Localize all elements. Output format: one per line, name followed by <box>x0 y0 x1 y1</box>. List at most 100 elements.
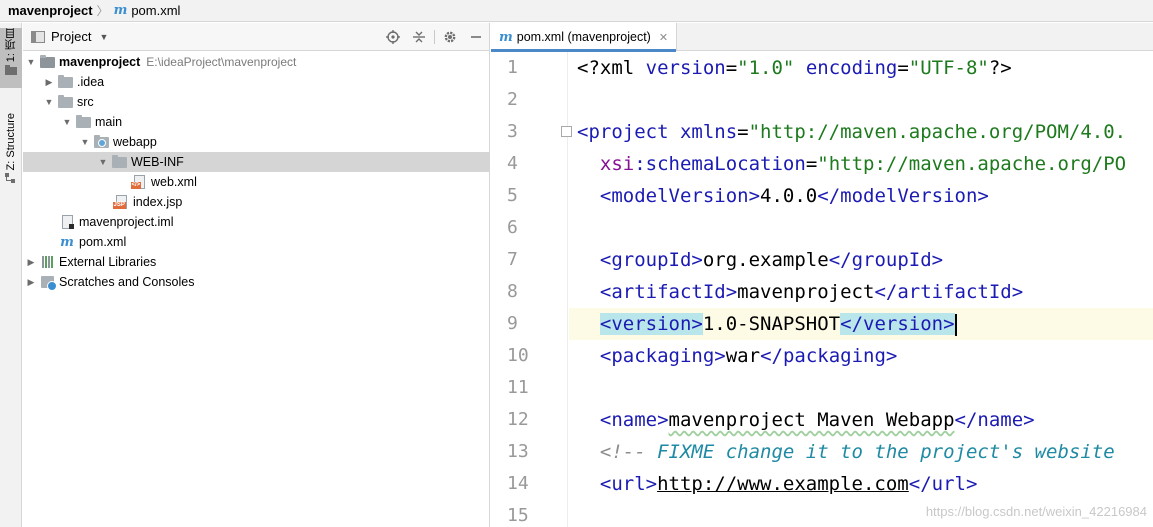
code-line-12: <name>mavenproject Maven Webapp</name> <box>599 409 1035 431</box>
folder-icon <box>57 94 73 109</box>
collapsed-arrow-icon[interactable]: ▶ <box>25 257 37 268</box>
tree-item-label: main <box>95 115 123 129</box>
expanded-arrow-icon[interactable]: ▼ <box>43 97 55 107</box>
project-panel-toolbar <box>380 23 489 51</box>
line-number: 8 <box>507 281 518 302</box>
project-path: E:\ideaProject\mavenproject <box>146 55 297 69</box>
folder-icon <box>75 114 91 129</box>
code-line-5: <modelVersion>4.0.0</modelVersion> <box>599 185 989 207</box>
folder-icon <box>57 74 73 89</box>
project-tree: ▼ mavenproject E:\ideaProject\mavenproje… <box>23 52 490 292</box>
collapsed-arrow-icon[interactable]: ▶ <box>43 77 55 88</box>
project-panel-header: Project ▼ <box>23 23 489 51</box>
project-view-selector[interactable]: Project <box>51 29 91 44</box>
code-line-13: <!-- FIXME change it to the project's we… <box>599 441 1115 463</box>
breadcrumb-project[interactable]: mavenproject <box>8 3 93 18</box>
web-folder-icon <box>93 134 109 149</box>
code-line-1: <?xml version="1.0" encoding="UTF-8"?> <box>577 57 1012 79</box>
tree-item-label: index.jsp <box>133 195 183 209</box>
maven-file-icon: m <box>113 3 128 18</box>
project-view-icon <box>31 30 45 43</box>
code-lines: <?xml version="1.0" encoding="UTF-8"?> <… <box>569 52 1153 527</box>
collapse-all-icon[interactable] <box>406 23 432 51</box>
text-cursor <box>954 313 957 336</box>
project-tool-button[interactable]: 1: 项目 <box>0 28 22 88</box>
tree-item-label: .idea <box>77 75 105 89</box>
line-number: 9 <box>507 313 518 334</box>
editor-tab-bar: m pom.xml (mavenproject) ✕ <box>491 23 1153 52</box>
tree-item-main[interactable]: ▼ main <box>23 112 490 132</box>
library-icon <box>39 255 55 269</box>
tab-pom-xml[interactable]: m pom.xml (mavenproject) ✕ <box>491 23 678 52</box>
maven-file-icon: m <box>499 29 513 45</box>
project-tool-label: 1: 项目 <box>5 28 17 63</box>
code-area[interactable]: 1 2 3 4 5 6 7 8 9 10 11 12 13 14 15 <?xm… <box>491 52 1153 527</box>
line-number: 10 <box>507 345 529 366</box>
close-icon[interactable]: ✕ <box>659 31 668 44</box>
breadcrumb-file[interactable]: pom.xml <box>131 3 180 18</box>
line-number: 7 <box>507 249 518 270</box>
breadcrumb-separator: 〉 <box>96 4 109 18</box>
xml-file-icon: </> <box>130 175 147 189</box>
tree-item-webapp[interactable]: ▼ webapp <box>23 132 490 152</box>
line-number: 11 <box>507 377 529 398</box>
line-number: 2 <box>507 89 518 110</box>
tree-item-pom-xml[interactable]: m pom.xml <box>23 232 490 252</box>
tree-item-label: WEB-INF <box>131 155 184 169</box>
structure-tool-label: Z: Structure <box>5 113 17 171</box>
tree-item-label: mavenproject <box>59 55 141 69</box>
tree-item-label: pom.xml <box>79 235 127 249</box>
line-number: 14 <box>507 473 529 494</box>
tree-item-src[interactable]: ▼ src <box>23 92 490 112</box>
expanded-arrow-icon[interactable]: ▼ <box>79 137 91 147</box>
project-folder-icon <box>39 54 55 69</box>
structure-icon <box>5 173 15 184</box>
maven-file-icon: m <box>60 234 74 250</box>
tree-item-mavenproject[interactable]: ▼ mavenproject E:\ideaProject\mavenproje… <box>23 52 490 72</box>
line-number: 12 <box>507 409 529 430</box>
tree-item-external-libraries[interactable]: ▶ External Libraries <box>23 252 490 272</box>
tree-item-idea[interactable]: ▶ .idea <box>23 72 490 92</box>
watermark: https://blog.csdn.net/weixin_42216984 <box>925 504 1147 519</box>
chevron-down-icon[interactable]: ▼ <box>99 32 108 42</box>
line-number: 6 <box>507 217 518 238</box>
line-number: 13 <box>507 441 529 462</box>
url-link[interactable]: http://www.example.com <box>657 473 909 495</box>
expanded-arrow-icon[interactable]: ▼ <box>25 57 37 67</box>
jsp-file-icon: JSP <box>112 195 129 209</box>
hide-panel-icon[interactable] <box>463 23 489 51</box>
code-line-4: xsi:schemaLocation="http://maven.apache.… <box>599 153 1127 175</box>
expanded-arrow-icon[interactable]: ▼ <box>61 117 73 127</box>
tree-item-label: mavenproject.iml <box>79 215 174 229</box>
tree-item-label: Scratches and Consoles <box>59 275 195 289</box>
code-line-7: <groupId>org.example</groupId> <box>599 249 944 271</box>
line-number: 15 <box>507 505 529 526</box>
line-number: 3 <box>507 121 518 142</box>
code-line-8: <artifactId>mavenproject</artifactId> <box>599 281 1024 303</box>
navigation-bar: mavenproject 〉 m pom.xml <box>0 0 1153 22</box>
line-number: 4 <box>507 153 518 174</box>
tree-item-web-inf[interactable]: ▼ WEB-INF <box>23 152 490 172</box>
collapsed-arrow-icon[interactable]: ▶ <box>25 277 37 288</box>
expanded-arrow-icon[interactable]: ▼ <box>97 157 109 167</box>
tree-item-web-xml[interactable]: </> web.xml <box>23 172 490 192</box>
tree-item-label: webapp <box>113 135 157 149</box>
locate-icon[interactable] <box>380 23 406 51</box>
tree-item-scratches[interactable]: ▶ Scratches and Consoles <box>23 272 490 292</box>
scratches-icon <box>39 275 57 291</box>
editor: m pom.xml (mavenproject) ✕ 1 2 3 4 5 6 7… <box>491 23 1153 527</box>
tree-item-iml[interactable]: mavenproject.iml <box>23 212 490 232</box>
code-line-10: <packaging>war</packaging> <box>599 345 898 367</box>
gear-icon[interactable] <box>437 23 463 51</box>
code-line-14: <url>http://www.example.com</url> <box>599 473 978 495</box>
tree-item-label: External Libraries <box>59 255 157 269</box>
line-number: 1 <box>507 57 518 78</box>
tree-item-label: web.xml <box>151 175 197 189</box>
structure-tool-button[interactable]: Z: Structure <box>0 113 22 203</box>
tree-item-label: src <box>77 95 94 109</box>
module-file-icon <box>59 215 75 229</box>
tree-item-index-jsp[interactable]: JSP index.jsp <box>23 192 490 212</box>
